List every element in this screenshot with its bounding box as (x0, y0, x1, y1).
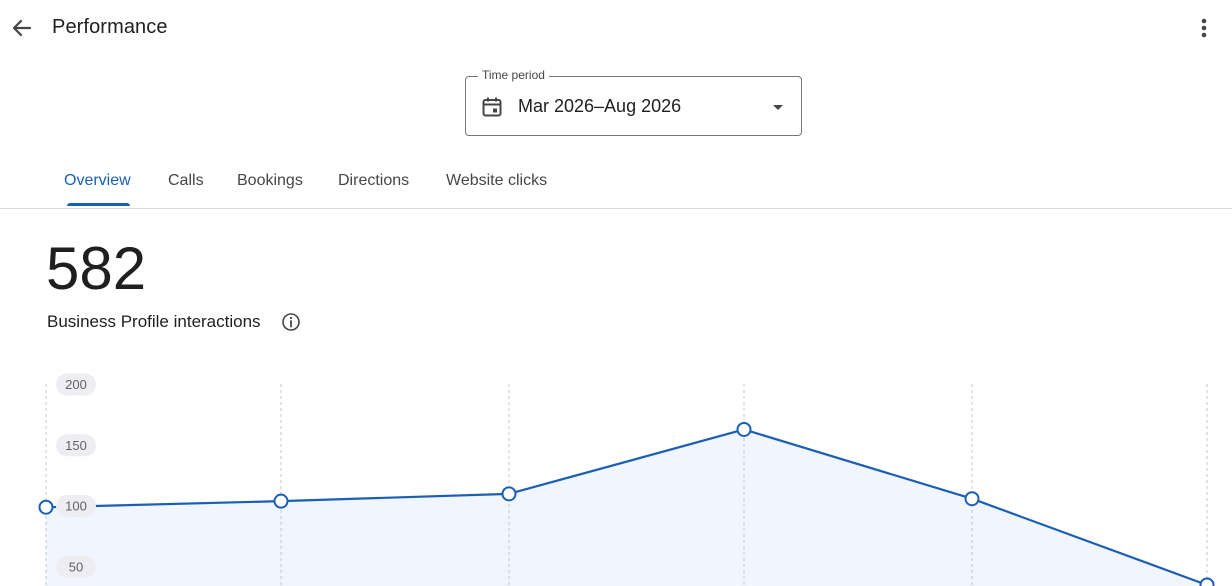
data-point (736, 421, 752, 437)
data-point (501, 486, 517, 502)
back-button[interactable] (6, 12, 38, 44)
active-tab-indicator (67, 203, 130, 206)
time-period-label: Time period (478, 68, 549, 82)
calendar-icon (482, 97, 502, 117)
series-area (46, 429, 1207, 586)
page-title: Performance (52, 16, 168, 38)
dropdown-arrow-icon (773, 105, 783, 110)
y-tick-label: 100 (65, 499, 87, 514)
tab-website-clicks[interactable]: Website clicks (446, 172, 547, 190)
tab-bookings[interactable]: Bookings (237, 172, 303, 190)
time-period-select[interactable]: Time period Mar 2026–Aug 2026 (465, 68, 802, 136)
interactions-chart: 200 150 100 50 (38, 373, 1215, 586)
tab-bar: Overview Calls Bookings Directions Websi… (0, 160, 1232, 209)
arrow-back-icon (12, 19, 32, 37)
time-period-value: Mar 2026–Aug 2026 (518, 96, 682, 116)
more-vert-icon (1201, 18, 1207, 38)
tab-calls[interactable]: Calls (168, 172, 204, 190)
y-tick-label: 50 (69, 559, 83, 574)
tab-directions[interactable]: Directions (338, 172, 409, 190)
y-tick-label: 150 (65, 438, 87, 453)
y-tick-label: 200 (65, 377, 87, 392)
data-point (964, 491, 980, 507)
data-point (1199, 577, 1215, 586)
more-options-button[interactable] (1190, 12, 1218, 44)
top-app-bar: Performance (0, 0, 1232, 56)
tab-overview[interactable]: Overview (64, 172, 131, 190)
interactions-label: Business Profile interactions (47, 312, 261, 331)
data-point (38, 499, 54, 515)
data-point (273, 493, 289, 509)
info-icon[interactable] (281, 312, 301, 332)
interactions-total: 582 (46, 235, 147, 302)
